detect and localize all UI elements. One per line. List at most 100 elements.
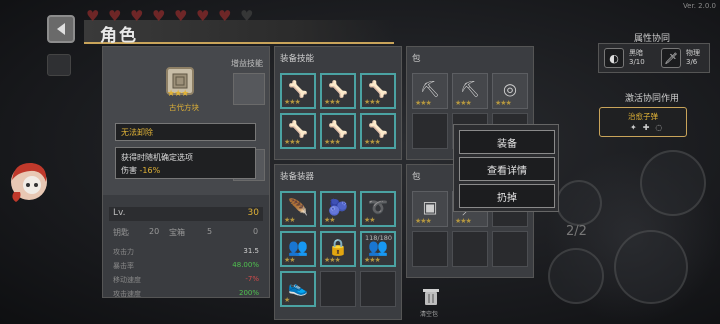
equip-button[interactable]: 装备 <box>459 130 555 154</box>
dark-element-icon[interactable]: ◐ <box>604 48 624 68</box>
empty-slot[interactable] <box>452 231 488 267</box>
item-icon: ⛏ <box>419 79 441 99</box>
speech-icon: ◌ <box>655 123 663 132</box>
physical-element-icon[interactable]: 🗡 <box>661 48 681 68</box>
item-slot[interactable]: 🦴 ★★★ <box>280 113 316 149</box>
item-stars: ★★★ <box>284 98 301 106</box>
key-label: 钥匙 <box>113 228 129 237</box>
tooltip-cannot-unequip: 无法卸除 <box>115 123 256 141</box>
tooltip-damage: 伤害 -16% <box>121 166 161 175</box>
empty-slot[interactable] <box>360 271 396 307</box>
item-slot[interactable]: 🦴 ★★★ <box>360 113 396 149</box>
bag-top-title: 包 <box>412 54 421 64</box>
item-icon: 🦴 <box>288 119 308 139</box>
item-icon: ⛏ <box>459 79 481 99</box>
item-icon: ◎ <box>503 79 517 99</box>
item-slot[interactable]: 🫐 ★★ <box>320 191 356 227</box>
item-slot[interactable]: 👥 ★★★ 118/180 <box>360 231 396 267</box>
trash-icon[interactable] <box>420 288 442 306</box>
item-icon: 👥 <box>288 237 308 257</box>
item-slot[interactable]: 🦴 ★★★ <box>360 73 396 109</box>
item-slot[interactable]: ➰ ★★ <box>360 191 396 227</box>
stat-crit-rate: 暴击率 48.00% <box>113 261 259 270</box>
attack-button-bg <box>614 230 688 304</box>
item-slot[interactable]: 🦴 ★★★ <box>320 113 356 149</box>
empty-slot[interactable] <box>492 231 528 267</box>
empty-slot[interactable] <box>412 231 448 267</box>
item-icon: 🫐 <box>328 197 348 217</box>
game-screen: Ver. 2.0.0 角色 ♥ ♥ ♥ ♥ ♥ ♥ ♥ ♥ 增益技能 ★★★ 古… <box>0 0 720 324</box>
item-slot[interactable]: ⛏ ★★★ <box>452 73 488 109</box>
item-slot[interactable]: 🦴 ★★★ <box>280 73 316 109</box>
heart-icon: ♥ <box>196 7 210 25</box>
tooltip-text: 无法卸除 <box>121 128 153 137</box>
item-icon: 🦴 <box>328 119 348 139</box>
character-panel: 增益技能 ★★★ 古代方块 无法卸除 获得时随机确定选项 伤害 -16% Lv.… <box>102 46 270 298</box>
heart-icon: ♥ <box>152 7 166 25</box>
item-stars: ★★★ <box>495 99 512 107</box>
back-arrow-icon <box>57 23 65 35</box>
item-icon: 🦴 <box>328 79 348 99</box>
level-label: Lv. <box>113 208 126 218</box>
bullet-icon: ✦ <box>630 123 637 132</box>
item-count: 118/180 <box>364 234 392 242</box>
item-context-menu: 装备 查看详情 扔掉 <box>453 124 559 212</box>
bag-bottom-title: 包 <box>412 172 421 182</box>
active-synergy-card[interactable]: 治愈子弹 ✦ ✚ ◌ <box>599 107 687 137</box>
item-stars: ★★★ <box>167 89 189 99</box>
empty-slot[interactable] <box>412 113 448 149</box>
chest-value: 5 <box>207 227 213 236</box>
menu-button[interactable] <box>47 54 71 76</box>
item-slot[interactable]: 🪶 ★★ <box>280 191 316 227</box>
item-stars: ★★★ <box>364 98 381 106</box>
equip-skills-panel: 装备技能 🦴 ★★★ 🦴 ★★★ 🦴 ★★★ 🦴 ★★★ 🦴 ★★★ 🦴 ★★★ <box>274 46 402 160</box>
gain-skill-slot[interactable] <box>233 73 265 105</box>
dark-synergy: 黑暗 3/10 <box>629 49 645 66</box>
item-icon: 🪶 <box>288 197 308 217</box>
item-stars: ★★★ <box>364 138 381 146</box>
heart-icon: ♥ <box>108 7 122 25</box>
item-stars: ★★★ <box>415 99 432 107</box>
heal-icon: ✚ <box>642 123 650 132</box>
synergy-box: ◐ 黑暗 3/10 🗡 物理 3/6 <box>598 43 710 73</box>
item-slot[interactable]: ▣ ★★★ <box>412 191 448 227</box>
item-icon: 🔒 <box>328 237 348 257</box>
dash-button-bg <box>548 248 604 304</box>
empty-slot[interactable] <box>320 271 356 307</box>
item-slot[interactable]: ⛏ ★★★ <box>412 73 448 109</box>
heart-icon: ♥ <box>130 7 144 25</box>
item-stars: ★★★ <box>324 256 341 264</box>
item-slot[interactable]: ◎ ★★★ <box>492 73 528 109</box>
item-stars: ★★★ <box>415 217 432 225</box>
discard-button[interactable]: 扔掉 <box>459 184 555 208</box>
item-icon: ▣ <box>422 197 438 217</box>
item-slot[interactable]: 🦴 ★★★ <box>320 73 356 109</box>
item-icon: ➰ <box>368 197 388 217</box>
item-stars: ★★★ <box>455 99 472 107</box>
item-stars: ★★ <box>324 216 336 224</box>
extra-value: 0 <box>253 227 259 236</box>
level-row: Lv. 30 <box>109 207 263 221</box>
gain-skills-title: 增益技能 <box>231 59 263 68</box>
item-slot[interactable]: 👥 ★★ <box>280 231 316 267</box>
item-stars: ★★★ <box>324 98 341 106</box>
health-hearts: ♥ ♥ ♥ ♥ ♥ ♥ ♥ ♥ <box>86 7 256 25</box>
item-slot[interactable]: 👟 ★ <box>280 271 316 307</box>
item-icon: 👟 <box>288 277 308 297</box>
back-button[interactable] <box>47 15 75 43</box>
level-value: 30 <box>247 208 259 218</box>
item-stars: ★★ <box>284 216 296 224</box>
item-stars: ★★ <box>284 256 296 264</box>
item-stars: ★★★ <box>324 138 341 146</box>
heart-icon: ♥ <box>218 7 232 25</box>
stat-attack-speed: 攻击速度 200% <box>113 289 259 298</box>
item-stars: ★★★ <box>364 256 381 264</box>
view-details-button[interactable]: 查看详情 <box>459 157 555 181</box>
tooltip-option-text: 获得时随机确定选项 <box>121 153 193 162</box>
stat-attack: 攻击力 31.5 <box>113 247 259 256</box>
version-label: Ver. 2.0.0 <box>682 2 716 10</box>
physical-synergy: 物理 3/6 <box>686 49 700 66</box>
item-icon: 🦴 <box>368 119 388 139</box>
item-stars: ★ <box>284 296 290 304</box>
item-slot[interactable]: 🔒 ★★★ <box>320 231 356 267</box>
